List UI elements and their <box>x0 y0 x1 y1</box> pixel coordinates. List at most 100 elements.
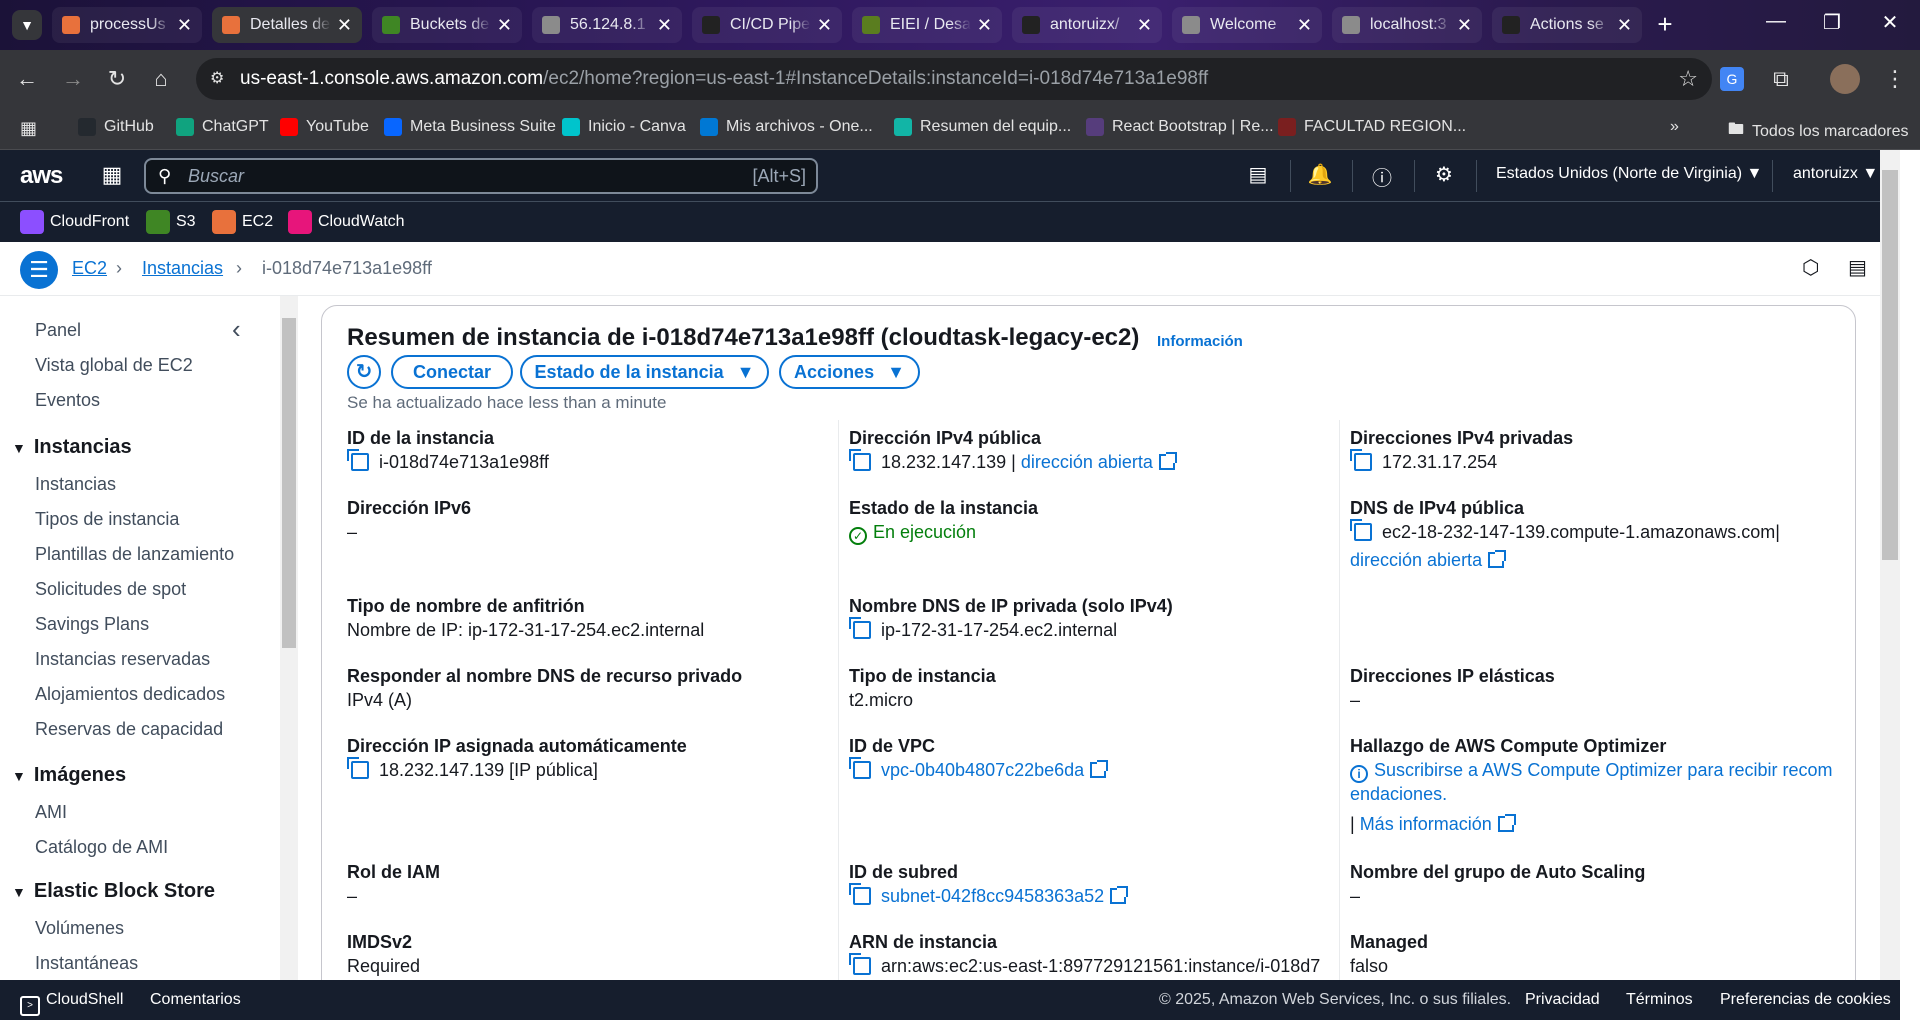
settings-gear-icon[interactable]: ⚙ <box>1430 162 1458 187</box>
sidebar-scrollbar-thumb[interactable] <box>282 318 296 648</box>
tab-close-icon[interactable]: ✕ <box>337 15 352 36</box>
browser-tab[interactable]: CI/CD Pipe ✕ <box>692 7 842 43</box>
favorite-cloudwatch[interactable]: CloudWatch <box>288 210 405 234</box>
bookmark-star-icon[interactable]: ☆ <box>1678 58 1698 100</box>
copy-icon[interactable] <box>347 449 369 471</box>
sidebar-item-spot-requests[interactable]: Solicitudes de spot <box>35 579 186 600</box>
help-icon[interactable]: ⓘ <box>1368 162 1396 191</box>
sidebar-item-dedicated-hosts[interactable]: Alojamientos dedicados <box>35 684 225 705</box>
sidebar-item-launch-templates[interactable]: Plantillas de lanzamiento <box>35 544 234 565</box>
profile-avatar[interactable] <box>1830 64 1860 94</box>
compute-optimizer-link-cont[interactable]: endaciones. <box>1350 784 1447 805</box>
favorite-s3[interactable]: S3 <box>146 210 196 234</box>
cloudshell-link[interactable]: > CloudShell <box>20 991 123 1016</box>
collapse-sidebar-icon[interactable]: ‹ <box>232 314 241 345</box>
open-address-link-2[interactable]: dirección abierta <box>1350 550 1507 571</box>
tab-close-icon[interactable]: ✕ <box>497 15 512 36</box>
copy-icon[interactable] <box>849 449 871 471</box>
info-link[interactable]: Información <box>1157 333 1243 350</box>
browser-tab[interactable]: processUs ✕ <box>52 7 202 43</box>
copy-icon[interactable] <box>1350 449 1372 471</box>
sidebar-item-reserved-instances[interactable]: Instancias reservadas <box>35 649 210 670</box>
sidebar-item-ami[interactable]: AMI <box>35 802 67 823</box>
more-info-link[interactable]: Más información <box>1360 814 1516 834</box>
browser-tab[interactable]: localhost:3 ✕ <box>1332 7 1482 43</box>
copy-icon[interactable] <box>347 757 369 779</box>
sidebar-item-snapshots[interactable]: Instantáneas <box>35 953 138 974</box>
sidebar-item-instance-types[interactable]: Tipos de instancia <box>35 509 179 530</box>
services-grid-icon[interactable]: ▦ <box>98 162 126 188</box>
close-window-icon[interactable]: ✕ <box>1870 10 1910 35</box>
cookie-preferences-link[interactable]: Preferencias de cookies <box>1720 991 1891 1009</box>
bookmark-item[interactable]: FACULTAD REGION... <box>1278 118 1466 136</box>
reload-icon[interactable]: ↻ <box>102 64 132 94</box>
copy-icon[interactable] <box>849 757 871 779</box>
region-selector[interactable]: Estados Unidos (Norte de Virginia) ▼ <box>1496 165 1762 183</box>
subnet-id-value[interactable]: subnet-042f8cc9458363a52 <box>849 883 1129 907</box>
instance-state-button[interactable]: Estado de la instancia ▼ <box>520 355 769 389</box>
sidebar-section-images[interactable]: ▼ Imágenes <box>12 764 126 787</box>
site-info-icon[interactable]: ⚙ <box>210 58 224 100</box>
comments-link[interactable]: Comentarios <box>150 991 241 1009</box>
sidebar-item-volumes[interactable]: Volúmenes <box>35 918 124 939</box>
tab-close-icon[interactable]: ✕ <box>817 15 832 36</box>
bookmark-item[interactable]: Mis archivos - One... <box>700 118 873 136</box>
apps-icon[interactable]: ▦ <box>20 118 37 139</box>
home-icon[interactable]: ⌂ <box>146 64 176 94</box>
privacy-link[interactable]: Privacidad <box>1525 991 1600 1009</box>
extensions-icon[interactable]: ⧉ <box>1766 64 1796 94</box>
favorite-ec2[interactable]: EC2 <box>212 210 273 234</box>
copy-icon[interactable] <box>849 883 871 905</box>
more-bookmarks-icon[interactable]: » <box>1670 118 1679 136</box>
feedback-icon[interactable]: ⬡ <box>1802 255 1819 280</box>
all-bookmarks[interactable]: 🖿 Todos los marcadores <box>1728 118 1909 145</box>
back-icon[interactable]: ← <box>12 64 42 94</box>
compute-optimizer-link[interactable]: i Suscribirse a AWS Compute Optimizer par… <box>1350 760 1832 783</box>
copy-icon[interactable] <box>849 617 871 639</box>
notifications-bell-icon[interactable]: 🔔 <box>1306 162 1334 187</box>
refresh-button[interactable]: ↻ <box>347 355 381 389</box>
tab-close-icon[interactable]: ✕ <box>657 15 672 36</box>
translate-icon[interactable]: G <box>1720 67 1744 91</box>
tab-close-icon[interactable]: ✕ <box>1457 15 1472 36</box>
tab-search-icon[interactable]: ▼ <box>12 10 42 40</box>
sidebar-item-ami-catalog[interactable]: Catálogo de AMI <box>35 837 168 858</box>
tab-close-icon[interactable]: ✕ <box>977 15 992 36</box>
browser-tab[interactable]: 56.124.8.1 ✕ <box>532 7 682 43</box>
bookmark-item[interactable]: YouTube <box>280 118 369 136</box>
main-scrollbar-thumb[interactable] <box>1882 170 1898 560</box>
sidebar-item-panel[interactable]: Panel <box>35 320 81 341</box>
browser-tab[interactable]: Detalles de ✕ <box>212 7 362 43</box>
restore-icon[interactable]: ❐ <box>1812 10 1852 35</box>
bookmark-item[interactable]: Meta Business Suite <box>384 118 556 136</box>
favorite-cloudfront[interactable]: CloudFront <box>20 210 129 234</box>
sidebar-item-instances[interactable]: Instancias <box>35 474 116 495</box>
browser-tab[interactable]: Welcome ✕ <box>1172 7 1322 43</box>
breadcrumb-ec2[interactable]: EC2 <box>72 258 107 279</box>
aws-logo[interactable]: aws <box>20 162 63 190</box>
bookmark-item[interactable]: ChatGPT <box>176 118 269 136</box>
sidebar-item-events[interactable]: Eventos <box>35 390 100 411</box>
tab-close-icon[interactable]: ✕ <box>1617 15 1632 36</box>
open-address-link[interactable]: dirección abierta <box>1021 452 1177 472</box>
sidebar-item-global-view[interactable]: Vista global de EC2 <box>35 355 193 376</box>
hamburger-menu-icon[interactable]: ☰ <box>20 251 58 289</box>
bookmark-item[interactable]: GitHub <box>78 118 154 136</box>
aws-search-input[interactable]: ⚲ Buscar [Alt+S] <box>144 158 818 194</box>
actions-button[interactable]: Acciones ▼ <box>779 355 920 389</box>
browser-tab[interactable]: Buckets de ✕ <box>372 7 522 43</box>
browser-menu-icon[interactable]: ⋮ <box>1880 64 1910 94</box>
browser-tab[interactable]: Actions se ✕ <box>1492 7 1642 43</box>
address-bar[interactable]: ⚙ us-east-1.console.aws.amazon.com/ec2/h… <box>196 58 1712 100</box>
copy-icon[interactable] <box>849 953 871 975</box>
sidebar-section-ebs[interactable]: ▼ Elastic Block Store <box>12 880 215 903</box>
breadcrumb-instances[interactable]: Instancias <box>142 258 223 279</box>
terms-link[interactable]: Términos <box>1626 991 1693 1009</box>
cloudshell-icon[interactable]: ▤ <box>1244 162 1272 187</box>
connect-button[interactable]: Conectar <box>391 355 513 389</box>
bookmark-item[interactable]: Resumen del equip... <box>894 118 1071 136</box>
copy-icon[interactable] <box>1350 519 1372 541</box>
vpc-id-value[interactable]: vpc-0b40b4807c22be6da <box>849 757 1109 781</box>
bookmark-item[interactable]: React Bootstrap | Re... <box>1086 118 1274 136</box>
sidebar-item-savings-plans[interactable]: Savings Plans <box>35 614 149 635</box>
